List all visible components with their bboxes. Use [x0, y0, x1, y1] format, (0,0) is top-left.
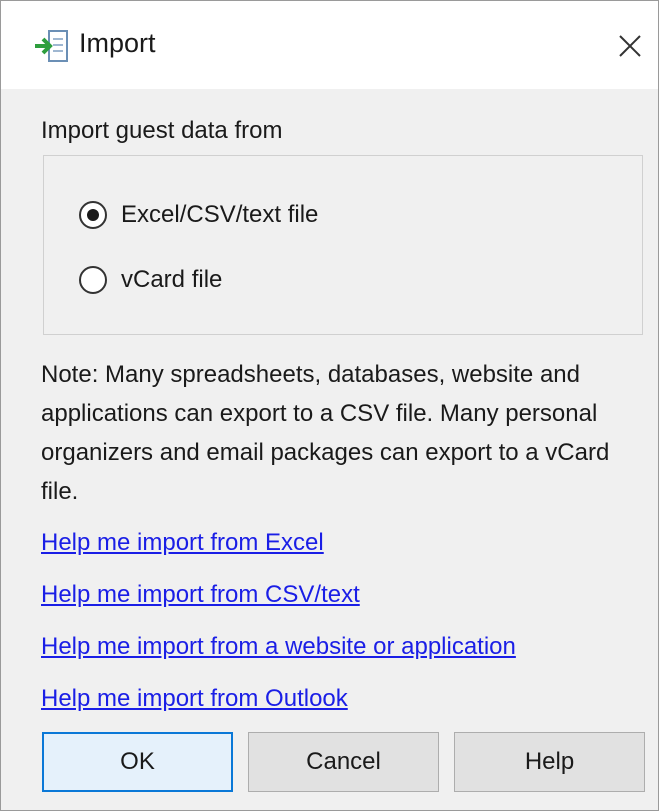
link-import-csv-text[interactable]: Help me import from CSV/text — [41, 581, 360, 609]
title-bar: Import — [1, 1, 658, 89]
radio-button-unchecked[interactable] — [79, 266, 107, 294]
ok-button[interactable]: OK — [42, 732, 233, 792]
link-import-excel[interactable]: Help me import from Excel — [41, 529, 324, 557]
close-icon[interactable] — [611, 27, 649, 65]
link-import-outlook[interactable]: Help me import from Outlook — [41, 685, 348, 713]
radio-button-checked[interactable] — [79, 201, 107, 229]
import-dialog: Import Import guest data from Excel/CSV/… — [0, 0, 659, 811]
import-source-label: Import guest data from — [41, 117, 283, 144]
radio-label-excel-csv-text: Excel/CSV/text file — [121, 201, 319, 228]
note-text: Note: Many spreadsheets, databases, webs… — [41, 361, 610, 505]
radio-label-vcard: vCard file — [121, 266, 223, 293]
cancel-button[interactable]: Cancel — [248, 732, 439, 792]
import-source-group: Excel/CSV/text file vCard file — [43, 155, 643, 335]
help-button[interactable]: Help — [454, 732, 645, 792]
radio-excel-csv-text[interactable]: Excel/CSV/text file — [79, 201, 318, 229]
import-arrow-icon — [35, 30, 68, 62]
link-import-website-application[interactable]: Help me import from a website or applica… — [41, 633, 516, 661]
window-title: Import — [79, 28, 156, 58]
radio-vcard[interactable]: vCard file — [79, 266, 222, 294]
